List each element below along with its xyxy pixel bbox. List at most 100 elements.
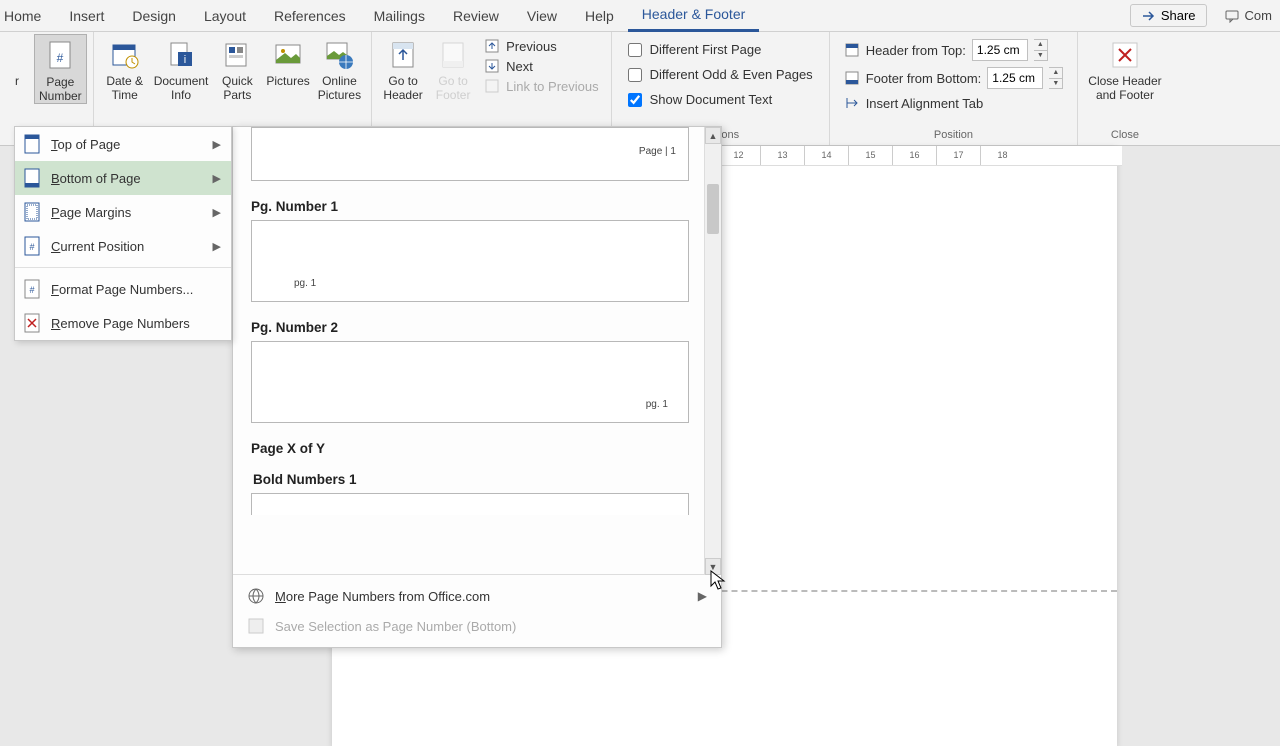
tab-references[interactable]: References	[260, 0, 360, 32]
page-margins-icon	[23, 202, 41, 222]
pictures-button[interactable]: Pictures	[262, 34, 313, 88]
ruler-tick: 14	[804, 146, 848, 165]
menu-top-of-page[interactable]: Top of Page ▶	[15, 127, 231, 161]
gallery-heading-pg-number-1: Pg. Number 1	[235, 189, 703, 220]
next-button[interactable]: Next	[484, 58, 599, 74]
group-close-label: Close	[1084, 127, 1165, 145]
globe-icon	[247, 587, 265, 605]
menu-remove-page-numbers[interactable]: Remove Page Numbers	[15, 306, 231, 340]
menu-bottom-of-page[interactable]: Bottom of Page ▶	[15, 161, 231, 195]
chevron-right-icon: ▶	[213, 138, 221, 151]
insert-alignment-tab-button[interactable]: Insert Alignment Tab	[842, 94, 1066, 112]
tab-review[interactable]: Review	[439, 0, 513, 32]
ruler-tick: 13	[760, 146, 804, 165]
gallery-item-pg-number-2[interactable]: pg. 1	[251, 341, 689, 423]
more-page-numbers-button[interactable]: More Page Numbers from Office.com ▶	[233, 581, 721, 611]
tab-help[interactable]: Help	[571, 0, 628, 32]
footer-from-bottom-row: Footer from Bottom: ▲▼	[842, 66, 1066, 90]
gallery-heading-page-x-of-y: Page X of Y	[235, 431, 703, 462]
goto-header-button[interactable]: Go to Header	[378, 34, 428, 102]
menu-format-page-numbers[interactable]: # Format Page Numbers...	[15, 272, 231, 306]
tab-mailings[interactable]: Mailings	[360, 0, 439, 32]
chevron-right-icon: ▶	[213, 206, 221, 219]
goto-footer-button[interactable]: Go to Footer	[428, 34, 478, 102]
alignment-tab-icon	[844, 95, 860, 111]
page-bottom-icon	[23, 168, 41, 188]
comments-button[interactable]: Com	[1217, 5, 1280, 26]
header-button-clipped[interactable]: r	[0, 34, 34, 92]
link-icon	[484, 78, 500, 94]
header-top-spinner[interactable]: ▲▼	[1034, 39, 1048, 61]
save-selection-button: Save Selection as Page Number (Bottom)	[233, 611, 721, 641]
page-number-label: Page Number	[39, 75, 82, 103]
header-top-icon	[844, 42, 860, 58]
footer-bottom-input[interactable]	[987, 67, 1043, 89]
different-first-page-checkbox[interactable]: Different First Page	[624, 40, 817, 59]
tab-layout[interactable]: Layout	[190, 0, 260, 32]
quick-parts-button[interactable]: Quick Parts	[212, 34, 262, 102]
date-time-button[interactable]: Date & Time	[100, 34, 150, 102]
share-label: Share	[1161, 8, 1196, 23]
tab-header-footer[interactable]: Header & Footer	[628, 0, 760, 32]
page-number-button[interactable]: # Page Number	[34, 34, 87, 104]
gallery-heading-pg-number-2: Pg. Number 2	[235, 310, 703, 341]
svg-text:i: i	[184, 54, 186, 66]
page-number-gallery: Page | 1 Pg. Number 1 pg. 1 Pg. Number 2…	[232, 126, 722, 648]
share-button[interactable]: Share	[1130, 4, 1207, 27]
gallery-heading-bold-numbers-1: Bold Numbers 1	[235, 462, 703, 493]
scroll-down-button[interactable]: ▼	[705, 558, 721, 575]
chevron-right-icon: ▶	[698, 589, 707, 603]
gallery-item-pg-number-1[interactable]: pg. 1	[251, 220, 689, 302]
goto-header-icon	[386, 38, 420, 72]
gallery-item-page-1[interactable]: Page | 1	[251, 127, 689, 181]
page-number-menu: Top of Page ▶ Bottom of Page ▶ Page Marg…	[14, 126, 232, 341]
header-top-input[interactable]	[972, 39, 1028, 61]
ruler-tick: 12	[716, 146, 760, 165]
scroll-up-button[interactable]: ▲	[705, 127, 721, 144]
footer-bottom-spinner[interactable]: ▲▼	[1049, 67, 1063, 89]
footer-bottom-icon	[844, 70, 860, 86]
different-odd-even-checkbox[interactable]: Different Odd & Even Pages	[624, 65, 817, 84]
menu-page-margins[interactable]: Page Margins ▶	[15, 195, 231, 229]
menu-current-position[interactable]: # Current Position ▶	[15, 229, 231, 263]
online-pictures-icon	[322, 38, 356, 72]
header-from-top-row: Header from Top: ▲▼	[842, 38, 1066, 62]
pictures-icon	[271, 38, 305, 72]
page-number-icon: #	[43, 39, 77, 73]
ruler-tick: 18	[980, 146, 1024, 165]
tab-home[interactable]: Home	[0, 0, 55, 32]
tab-bar: Home Insert Design Layout References Mai…	[0, 0, 1280, 32]
current-position-icon: #	[23, 236, 41, 256]
link-previous-button: Link to Previous	[484, 78, 599, 94]
gallery-item-bold-numbers-1[interactable]	[251, 493, 689, 515]
document-info-button[interactable]: i Document Info	[150, 34, 213, 102]
format-icon: #	[23, 279, 41, 299]
chevron-right-icon: ▶	[213, 172, 221, 185]
quick-parts-icon	[220, 38, 254, 72]
show-document-text-checkbox[interactable]: Show Document Text	[624, 90, 817, 109]
goto-footer-icon	[436, 38, 470, 72]
document-info-icon: i	[164, 38, 198, 72]
previous-button[interactable]: Previous	[484, 38, 599, 54]
svg-text:#: #	[29, 285, 34, 295]
close-icon	[1108, 38, 1142, 72]
close-header-footer-button[interactable]: Close Header and Footer	[1084, 34, 1165, 102]
next-icon	[484, 58, 500, 74]
previous-icon	[484, 38, 500, 54]
tab-design[interactable]: Design	[118, 0, 190, 32]
svg-text:#: #	[29, 242, 34, 252]
page-top-icon	[23, 134, 41, 154]
ruler-tick: 15	[848, 146, 892, 165]
tab-insert[interactable]: Insert	[55, 0, 118, 32]
comments-label: Com	[1245, 8, 1272, 23]
scroll-thumb[interactable]	[707, 184, 719, 234]
share-icon	[1141, 9, 1155, 23]
calendar-icon	[108, 38, 142, 72]
group-position-label: Position	[836, 127, 1072, 145]
online-pictures-button[interactable]: Online Pictures	[314, 34, 365, 102]
tab-view[interactable]: View	[513, 0, 571, 32]
chevron-right-icon: ▶	[213, 240, 221, 253]
svg-text:#: #	[57, 51, 64, 65]
ruler-tick: 17	[936, 146, 980, 165]
gallery-scrollbar[interactable]: ▲ ▼	[704, 127, 721, 575]
